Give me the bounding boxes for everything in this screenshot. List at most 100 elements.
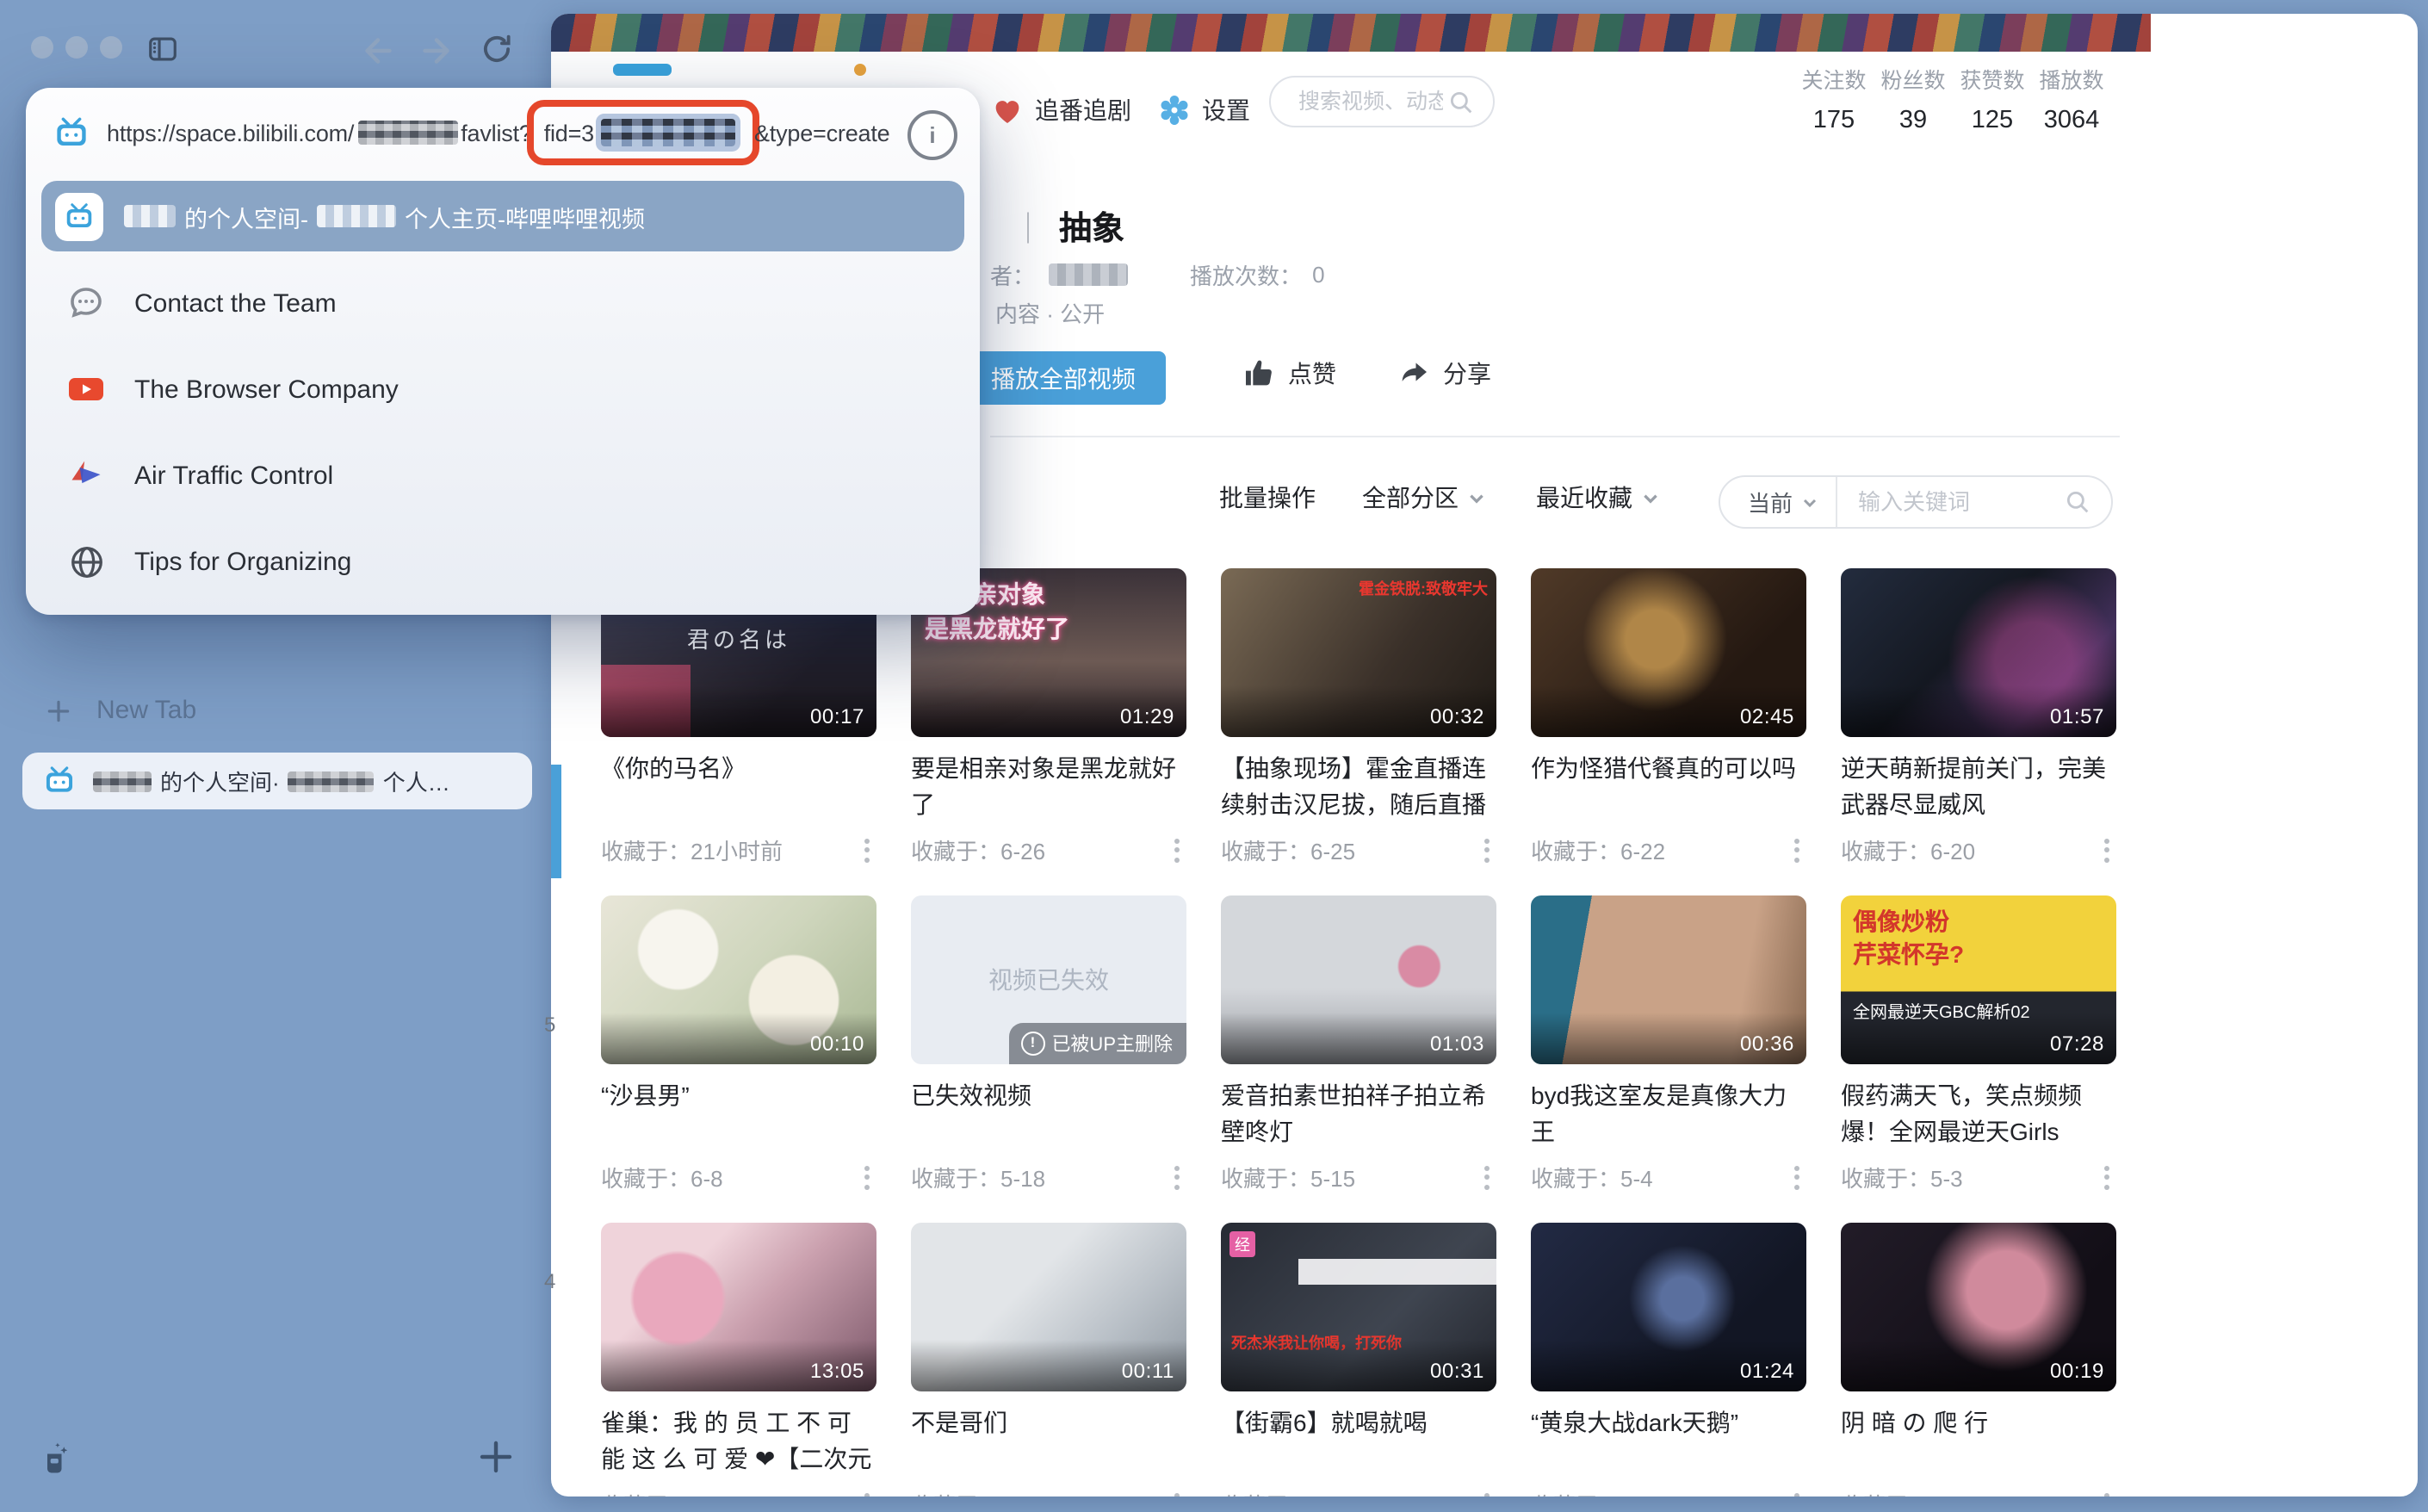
category-filter-dropdown[interactable]: 全部分区 [1362, 480, 1486, 515]
more-menu-icon[interactable] [858, 1489, 876, 1497]
new-tab-button[interactable]: New Tab [45, 696, 196, 725]
video-card[interactable]: 13:05 雀巢：我 的 员 工 不 可 能 这 么 可 爱 ❤【二次元爆改 收… [601, 1223, 876, 1497]
video-card[interactable]: 00:19 阴 暗 の 爬 行 收藏于：4-16 [1841, 1223, 2116, 1497]
air-traffic-control-icon [65, 455, 107, 496]
suggestion-tips-organizing[interactable]: Tips for Organizing [41, 518, 964, 604]
info-icon[interactable]: i [907, 110, 957, 160]
more-menu-icon[interactable] [858, 1162, 876, 1193]
video-duration: 00:36 [1740, 1032, 1794, 1056]
video-card[interactable]: 死杰米我让你喝，打死你经00:31 【街霸6】就喝就喝 收藏于：4-28 [1221, 1223, 1496, 1497]
suggestion-contact-team[interactable]: Contact the Team [41, 260, 964, 346]
video-thumbnail[interactable]: 偶像炒粉芹菜怀孕?全网最逆天GBC解析0207:28 [1841, 895, 2116, 1064]
video-title[interactable]: 不是哥们 [911, 1405, 1186, 1478]
window-minimize-button[interactable] [65, 36, 88, 59]
video-thumbnail[interactable]: 00:10 [601, 895, 876, 1064]
fav-date-text: 收藏于：4-16 [1841, 1488, 1975, 1497]
fid-annotation-box: fid=3 [527, 100, 759, 165]
video-card[interactable]: 01:03 爱音拍素世拍祥子拍立希壁咚灯 收藏于：5-15 [1221, 895, 1496, 1193]
fav-date-text: 收藏于：6-26 [911, 833, 1045, 866]
batch-operation-button[interactable]: 批量操作 [1219, 480, 1316, 515]
reload-button[interactable] [479, 31, 515, 67]
video-title[interactable]: 【街霸6】就喝就喝 [1221, 1405, 1496, 1478]
video-card[interactable]: 00:36 byd我这室友是真像大力王 收藏于：5-4 [1531, 895, 1806, 1193]
more-menu-icon[interactable] [1168, 1489, 1186, 1497]
archive-tabs-icon[interactable] [38, 1440, 76, 1478]
video-thumbnail[interactable]: 霍金铁脱:致敬牢大00:32 [1221, 568, 1496, 737]
collection-title: 抽象 [1059, 203, 1124, 250]
site-search-input[interactable] [1295, 88, 1446, 115]
video-thumbnail[interactable]: 01:57 [1841, 568, 2116, 737]
masked-uid [357, 121, 457, 145]
video-duration: 00:31 [1430, 1359, 1484, 1383]
video-title[interactable]: 作为怪猎代餐真的可以吗 [1531, 751, 1806, 823]
play-all-button[interactable]: 播放全部视频 [961, 351, 1166, 405]
window-zoom-button[interactable] [100, 36, 122, 59]
video-card[interactable]: 霍金铁脱:致敬牢大00:32 【抽象现场】霍金直播连续射击汉尼拔，随后直播间被封… [1221, 568, 1496, 866]
video-title[interactable]: 雀巢：我 的 员 工 不 可 能 这 么 可 爱 ❤【二次元爆改 [601, 1405, 876, 1478]
more-menu-icon[interactable] [1787, 1162, 1806, 1193]
video-title[interactable]: 逆天萌新提前关门，完美武器尽显威风 [1841, 751, 2116, 823]
suggestion-list: Contact the Team The Browser Company Air… [41, 260, 964, 604]
forward-button[interactable] [417, 31, 456, 71]
video-card[interactable]: 00:10 “沙县男” 收藏于：6-8 [601, 895, 876, 1193]
more-menu-icon[interactable] [1477, 1489, 1496, 1497]
video-title[interactable]: 【抽象现场】霍金直播连续射击汉尼拔，随后直播间被封 [1221, 751, 1496, 823]
window-close-button[interactable] [31, 36, 53, 59]
nav-settings-label: 设置 [1202, 93, 1250, 127]
more-menu-icon[interactable] [1477, 834, 1496, 865]
like-button[interactable]: 点赞 [1242, 356, 1336, 391]
video-title[interactable]: 假药满天飞，笑点频频爆！全网最逆天Girls Band Cry解析 [1841, 1078, 2116, 1150]
search-scope-dropdown[interactable]: 当前 [1720, 486, 1836, 518]
keyword-input[interactable] [1837, 487, 2063, 517]
video-card[interactable]: 01:57 逆天萌新提前关门，完美武器尽显威风 收藏于：6-20 [1841, 568, 2116, 866]
suggestion-air-traffic-control[interactable]: Air Traffic Control [41, 432, 964, 518]
video-title[interactable]: “黄泉大战dark天鹅” [1531, 1405, 1806, 1478]
more-menu-icon[interactable] [2097, 1162, 2116, 1193]
video-title[interactable]: 已失效视频 [911, 1078, 1186, 1150]
site-search[interactable] [1269, 76, 1495, 127]
video-thumbnail[interactable]: 01:24 [1531, 1223, 1806, 1391]
nav-bangumi[interactable]: 追番追剧 [990, 90, 1131, 131]
heart-icon [990, 93, 1025, 127]
add-space-button[interactable] [475, 1436, 517, 1478]
fav-date-text: 收藏于：5-15 [1221, 1161, 1355, 1193]
video-thumbnail[interactable]: 00:36 [1531, 895, 1806, 1064]
video-thumbnail[interactable]: 13:05 [601, 1223, 876, 1391]
video-title[interactable]: 要是相亲对象是黑龙就好了 [911, 751, 1186, 823]
more-menu-icon[interactable] [1168, 834, 1186, 865]
sort-filter-dropdown[interactable]: 最近收藏 [1536, 480, 1660, 515]
suggestion-current-page[interactable]: 的个人空间- 个人主页-哔哩哔哩视频 [41, 181, 964, 251]
more-menu-icon[interactable] [858, 834, 876, 865]
video-card[interactable]: 偶像炒粉芹菜怀孕?全网最逆天GBC解析0207:28 假药满天飞，笑点频频爆！全… [1841, 895, 2116, 1193]
video-card[interactable]: 02:45 作为怪猎代餐真的可以吗 收藏于：6-22 [1531, 568, 1806, 866]
video-title[interactable]: 《你的马名》 [601, 751, 876, 823]
video-thumbnail[interactable]: 01:03 [1221, 895, 1496, 1064]
back-button[interactable] [358, 31, 398, 71]
more-menu-icon[interactable] [1168, 1162, 1186, 1193]
video-thumbnail[interactable]: 00:19 [1841, 1223, 2116, 1391]
sidebar-toggle-icon[interactable] [145, 33, 181, 65]
more-menu-icon[interactable] [1787, 1489, 1806, 1497]
more-menu-icon[interactable] [1477, 1162, 1496, 1193]
tab-bilibili-space[interactable]: 的个人空间· 个人… [22, 753, 532, 809]
video-card[interactable]: 视频已失效!已被UP主删除 已失效视频 收藏于：5-18 [911, 895, 1186, 1193]
video-title[interactable]: 爱音拍素世拍祥子拍立希壁咚灯 [1221, 1078, 1496, 1150]
video-duration: 01:57 [2050, 704, 2104, 728]
video-card[interactable]: 01:24 “黄泉大战dark天鹅” 收藏于：4-18 [1531, 1223, 1806, 1497]
video-thumbnail[interactable]: 00:11 [911, 1223, 1186, 1391]
video-title[interactable]: byd我这室友是真像大力王 [1531, 1078, 1806, 1150]
video-title[interactable]: “沙县男” [601, 1078, 876, 1150]
url-bar[interactable]: https://space.bilibili.com/ favlist? fid… [26, 88, 980, 177]
nav-settings[interactable]: 设置 [1157, 90, 1250, 131]
more-menu-icon[interactable] [2097, 834, 2116, 865]
video-card[interactable]: 00:11 不是哥们 收藏于：4-28 [911, 1223, 1186, 1497]
video-thumbnail[interactable]: 视频已失效!已被UP主删除 [911, 895, 1186, 1064]
more-menu-icon[interactable] [2097, 1489, 2116, 1497]
video-title[interactable]: 阴 暗 の 爬 行 [1841, 1405, 2116, 1478]
suggestion-browser-company[interactable]: The Browser Company [41, 346, 964, 432]
more-menu-icon[interactable] [1787, 834, 1806, 865]
share-button[interactable]: 分享 [1397, 356, 1491, 391]
stat-followers: 粉丝数39 [1874, 62, 1953, 134]
video-thumbnail[interactable]: 死杰米我让你喝，打死你经00:31 [1221, 1223, 1496, 1391]
video-thumbnail[interactable]: 02:45 [1531, 568, 1806, 737]
